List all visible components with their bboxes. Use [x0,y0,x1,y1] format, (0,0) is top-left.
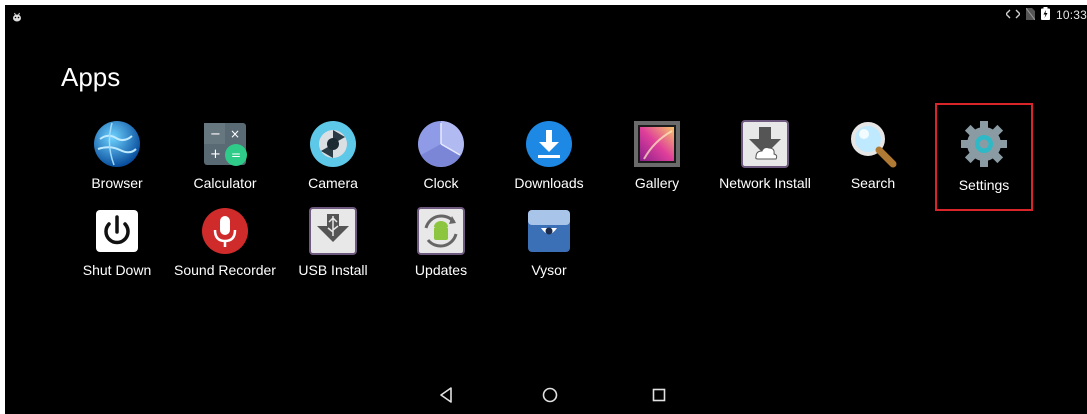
svg-text:−: − [210,127,221,142]
app-label: Calculator [193,175,257,191]
apps-title: Apps [61,62,121,92]
app-downloads[interactable]: Downloads [495,119,603,199]
app-label: Shut Down [82,262,152,278]
calculator-icon: − × + = [200,119,250,169]
status-time: 10:33 [1055,8,1087,22]
app-clock[interactable]: Clock [387,119,495,199]
no-sim-icon [1025,7,1036,23]
camera-aperture-icon [308,119,358,169]
app-calculator[interactable]: − × + = Calculator [171,119,279,199]
app-label: Settings [958,177,1010,193]
app-label: Network Install [719,175,811,191]
gear-icon [959,119,1009,169]
status-icons: 10:33 [1004,7,1087,23]
app-shut-down[interactable]: Shut Down [63,206,171,286]
app-label: Updates [414,262,468,278]
svg-text:×: × [230,127,240,141]
app-label: Search [850,175,896,191]
app-updates[interactable]: Updates [387,206,495,286]
gallery-photo-icon [632,119,682,169]
app-camera[interactable]: Camera [279,119,387,199]
recents-button[interactable] [646,384,672,410]
home-screen: 10:33 Apps Browser − × + = Calculator Ca… [5,5,1087,414]
app-label: USB Install [298,262,368,278]
globe-icon [92,119,142,169]
app-label: Camera [308,175,358,191]
app-label: Vysor [531,262,567,278]
recents-icon [652,388,666,407]
usb-install-icon [308,206,358,256]
back-button[interactable] [433,384,459,410]
clock-icon [416,119,466,169]
app-gallery[interactable]: Gallery [603,119,711,199]
back-icon [439,386,453,408]
app-label: Clock [423,175,459,191]
android-update-icon [416,206,466,256]
home-button[interactable] [537,384,563,410]
app-sound-recorder[interactable]: Sound Recorder [171,206,279,286]
power-icon [92,206,142,256]
download-arrow-icon [524,119,574,169]
app-label: Downloads [514,175,584,191]
app-settings[interactable]: Settings [935,103,1033,211]
app-usb-install[interactable]: USB Install [279,206,387,286]
android-debug-icon [12,9,22,22]
home-icon [542,387,558,408]
app-vysor[interactable]: Vysor [495,206,603,286]
app-search[interactable]: Search [819,119,927,199]
svg-text:+: + [210,147,221,162]
cloud-download-icon [740,119,790,169]
magnifier-icon [848,119,898,169]
vysor-icon [524,206,574,256]
navigation-bar [5,380,1087,414]
app-browser[interactable]: Browser [63,119,171,199]
battery-charging-icon [1040,7,1050,23]
app-label: Sound Recorder [174,262,276,278]
app-label: Gallery [634,175,680,191]
microphone-icon [200,206,250,256]
code-arrows-icon [1004,8,1021,22]
app-network-install[interactable]: Network Install [711,119,819,199]
app-label: Browser [91,175,143,191]
svg-text:=: = [231,148,241,162]
